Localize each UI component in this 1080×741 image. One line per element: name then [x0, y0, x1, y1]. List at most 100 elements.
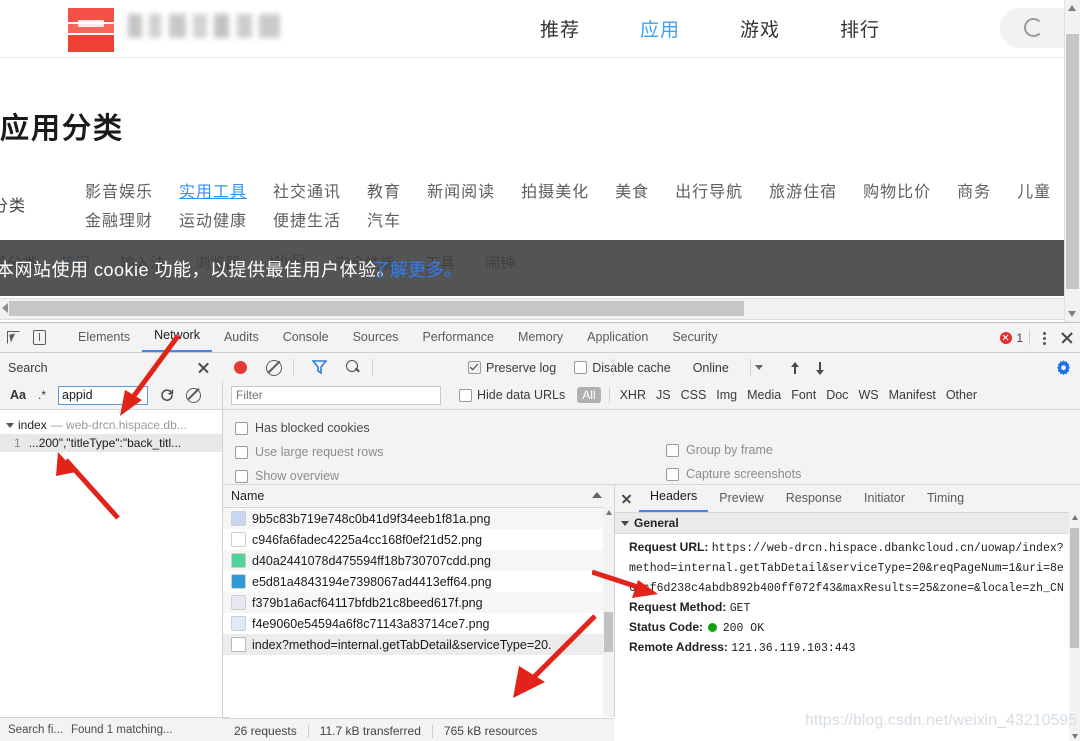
category-item[interactable]: 购物比价	[863, 178, 931, 202]
chevron-down-icon[interactable]	[621, 520, 629, 526]
tab-headers[interactable]: Headers	[639, 483, 709, 512]
scroll-left-arrow-icon[interactable]	[2, 303, 8, 313]
tab-preview[interactable]: Preview	[708, 485, 774, 512]
nav-link-apps[interactable]: 应用	[640, 15, 680, 42]
tab-elements[interactable]: Elements	[66, 323, 142, 352]
table-row-selected[interactable]: index?method=internal.getTabDetail&servi…	[223, 634, 614, 655]
search-result-line[interactable]: 1 ...200","titleType":"back_titl...	[0, 434, 222, 452]
preserve-log-checkbox[interactable]	[468, 361, 481, 374]
scroll-up-arrow-icon[interactable]	[1068, 5, 1076, 11]
filter-chip-other[interactable]: Other	[946, 388, 977, 402]
tab-memory[interactable]: Memory	[506, 323, 575, 352]
page-horizontal-scrollbar[interactable]	[0, 298, 1080, 320]
inspect-element-button[interactable]	[0, 323, 26, 352]
export-har-icon[interactable]	[814, 361, 827, 375]
table-row[interactable]: f379b1a6acf64117bfdb21c8beed617f.png	[223, 592, 614, 613]
tab-initiator[interactable]: Initiator	[853, 485, 916, 512]
table-row[interactable]: 9b5c83b719e748c0b41d9f34eeb1f81a.png	[223, 508, 614, 529]
category-item[interactable]: 新闻阅读	[427, 178, 495, 202]
search-result-file[interactable]: index — web-drcn.hispace.db...	[0, 416, 222, 434]
more-options-icon[interactable]	[1036, 330, 1052, 346]
scroll-thumb[interactable]	[1070, 528, 1079, 648]
hide-data-urls-checkbox[interactable]	[459, 388, 472, 402]
error-count-badge[interactable]: 1	[1000, 331, 1023, 345]
chevron-down-icon[interactable]	[754, 365, 763, 370]
has-blocked-cookies-checkbox[interactable]	[235, 421, 248, 435]
category-item[interactable]: 商务	[957, 178, 991, 202]
category-item[interactable]: 美食	[615, 178, 649, 202]
tab-console[interactable]: Console	[271, 323, 341, 352]
match-case-toggle[interactable]: Aa	[10, 388, 26, 402]
filter-chip-media[interactable]: Media	[747, 388, 781, 402]
category-item[interactable]: 影音娱乐	[85, 178, 153, 202]
general-section-header[interactable]: General	[615, 513, 1080, 534]
cookie-learn-more-link[interactable]: 了解更多。	[372, 256, 462, 282]
vertical-scroll-thumb[interactable]	[1066, 34, 1079, 289]
close-details-icon[interactable]	[615, 485, 639, 512]
category-item[interactable]: 出行导航	[675, 178, 743, 202]
show-overview-checkbox[interactable]	[235, 469, 248, 483]
scroll-up-arrow-icon[interactable]	[605, 510, 612, 515]
option-use-large-request-rows[interactable]: Use large request rows	[235, 440, 384, 464]
table-row[interactable]: d40a2441078d475594ff18b730707cdd.png	[223, 550, 614, 571]
filter-chip-font[interactable]: Font	[791, 388, 816, 402]
scroll-down-arrow-icon[interactable]	[1071, 734, 1078, 739]
category-item[interactable]: 拍摄美化	[521, 178, 589, 202]
category-item[interactable]: 便捷生活	[273, 207, 341, 231]
throttling-select[interactable]: Online	[693, 361, 729, 375]
filter-chip-xhr[interactable]: XHR	[620, 388, 646, 402]
table-row[interactable]: e5d81a4843194e7398067ad4413eff64.png	[223, 571, 614, 592]
disable-cache-checkbox[interactable]	[574, 361, 588, 374]
category-item[interactable]: 教育	[367, 178, 401, 202]
tab-timing[interactable]: Timing	[916, 485, 975, 512]
gear-icon[interactable]	[1055, 359, 1072, 376]
clear-search-icon[interactable]	[186, 387, 201, 403]
scroll-down-arrow-icon[interactable]	[1068, 311, 1076, 317]
category-item[interactable]: 金融理财	[85, 207, 153, 231]
close-search-icon[interactable]	[196, 360, 211, 375]
table-row[interactable]: f4e9060e54594a6f8c71143a83714ce7.png	[223, 613, 614, 634]
device-toolbar-button[interactable]	[26, 323, 52, 352]
tab-application[interactable]: Application	[575, 323, 660, 352]
option-group-by-frame[interactable]: Group by frame	[666, 438, 801, 462]
tab-security[interactable]: Security	[660, 323, 729, 352]
nav-link-ranking[interactable]: 排行	[840, 15, 880, 42]
close-devtools-icon[interactable]	[1058, 329, 1076, 347]
filter-chip-ws[interactable]: WS	[858, 388, 878, 402]
hide-data-urls-option[interactable]: Hide data URLs	[459, 388, 565, 402]
category-item[interactable]: 汽车	[367, 207, 401, 231]
category-item[interactable]: 运动健康	[179, 207, 247, 231]
request-list-scrollbar[interactable]	[603, 507, 614, 717]
refresh-icon[interactable]	[160, 388, 174, 402]
category-item[interactable]: 儿童	[1017, 178, 1051, 202]
search-icon[interactable]	[346, 360, 360, 374]
details-scrollbar[interactable]	[1069, 512, 1080, 741]
category-item[interactable]: 社交通讯	[273, 178, 341, 202]
filter-chip-css[interactable]: CSS	[681, 388, 707, 402]
horizontal-scroll-thumb[interactable]	[9, 301, 744, 316]
search-input[interactable]	[58, 385, 148, 405]
table-row[interactable]: c946fa6fadec4225a4cc168f0ef21d52.png	[223, 529, 614, 550]
use-large-request-rows-checkbox[interactable]	[235, 445, 248, 459]
category-item[interactable]: 旅游住宿	[769, 178, 837, 202]
record-icon[interactable]	[234, 361, 247, 374]
tab-response[interactable]: Response	[775, 485, 853, 512]
disable-cache-option[interactable]: Disable cache	[574, 361, 671, 375]
group-by-frame-checkbox[interactable]	[666, 443, 679, 457]
tab-audits[interactable]: Audits	[212, 323, 271, 352]
tab-network[interactable]: Network	[142, 321, 212, 352]
chevron-down-icon[interactable]	[6, 422, 14, 428]
capture-screenshots-checkbox[interactable]	[666, 467, 679, 481]
filter-chip-manifest[interactable]: Manifest	[889, 388, 936, 402]
filter-chip-js[interactable]: JS	[656, 388, 671, 402]
site-logo[interactable]	[68, 8, 114, 52]
sort-ascending-icon[interactable]	[592, 492, 602, 498]
tab-sources[interactable]: Sources	[341, 323, 411, 352]
tab-performance[interactable]: Performance	[410, 323, 506, 352]
preserve-log-option[interactable]: Preserve log	[468, 361, 556, 375]
filter-funnel-icon[interactable]	[312, 360, 327, 374]
category-item-active[interactable]: 实用工具	[179, 178, 247, 202]
option-has-blocked-cookies[interactable]: Has blocked cookies	[235, 416, 384, 440]
nav-link-games[interactable]: 游戏	[740, 15, 780, 42]
clear-icon[interactable]	[266, 360, 282, 376]
